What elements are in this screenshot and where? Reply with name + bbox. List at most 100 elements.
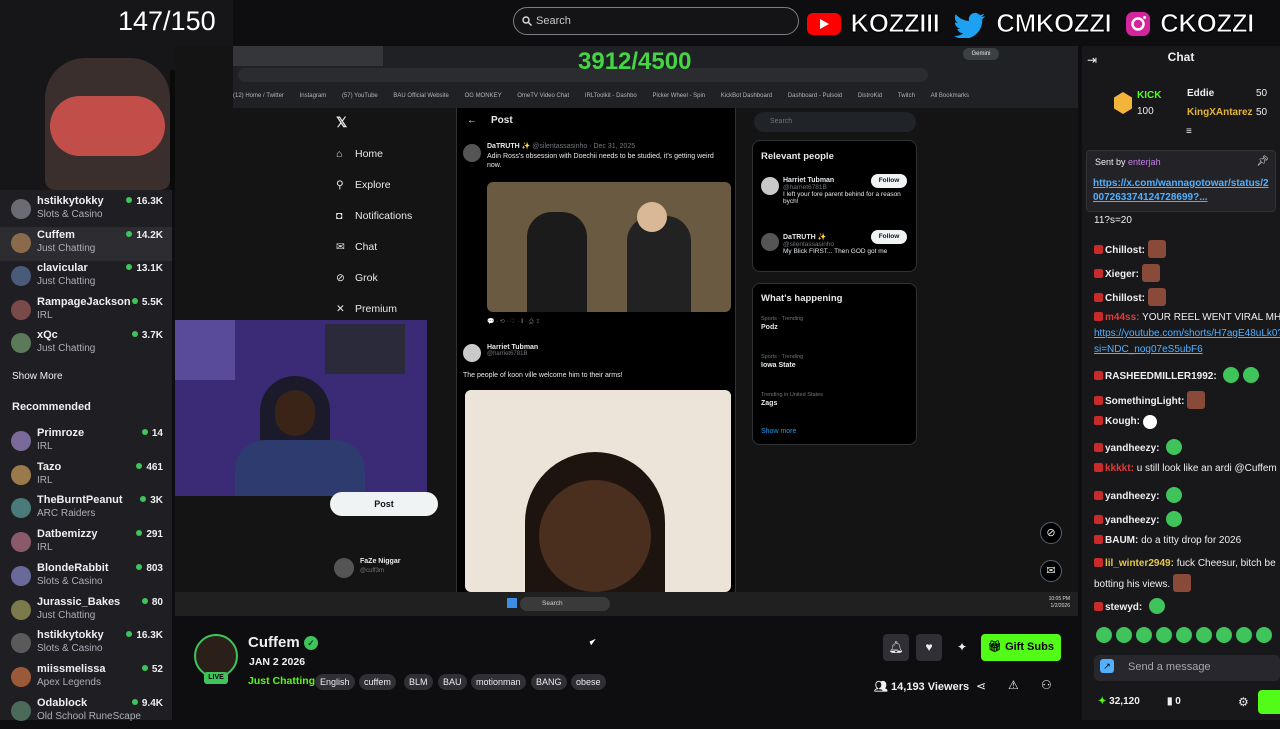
chat-username[interactable]: stewyd: [1105, 602, 1142, 613]
trend-item[interactable]: Sports · Trending Iowa State [761, 354, 803, 369]
account-name[interactable]: FaZe Niggar [360, 558, 400, 565]
chat-send-button[interactable] [1258, 690, 1280, 714]
person-item[interactable]: DaTRUTH ✨ @silentassasinho My Blick FIRST.… [761, 230, 911, 255]
chat-username[interactable]: RASHEEDMILLER1992: [1105, 371, 1217, 382]
chat-username[interactable]: Kough: [1105, 416, 1140, 427]
sidebar-channel[interactable]: RampageJackson IRL 5.5K [0, 294, 172, 328]
bookmark-item[interactable]: (12) Home / Twitter [233, 93, 284, 99]
sidebar-channel[interactable]: Odablock Old School RuneScape 9.4K [0, 695, 172, 729]
bookmark-item[interactable]: OG MONKEY [465, 93, 502, 99]
streamer-name[interactable]: Cuffem [248, 634, 300, 651]
nav-notifications[interactable]: ◘ Notifications [336, 210, 412, 222]
bookmark-item[interactable]: BAU Official Website [393, 93, 448, 99]
chat-message[interactable]: lil_winter2949: fuck Cheesur, bitch be [1094, 558, 1276, 569]
chat-message[interactable]: 11?s=20 [1094, 215, 1132, 226]
x-search-input[interactable]: Search [754, 112, 916, 132]
emote-bar[interactable] [1094, 626, 1280, 644]
emote-picker-icon[interactable]: ↗ [1100, 659, 1114, 673]
tweet-actions[interactable]: 💬 · ⟲ · ♡ · ⫴ · ⎙ ⇪ [487, 318, 540, 326]
chat-username[interactable]: Xieger: [1105, 269, 1139, 280]
pinned-link[interactable]: https://x.com/wannagotowar/status/200726… [1093, 177, 1273, 205]
person-item[interactable]: Harriet Tubman @harriet6781B I left your f… [761, 174, 911, 205]
share-icon[interactable]: ⋖ [976, 679, 986, 693]
pinned-user[interactable]: enterjah [1128, 157, 1161, 167]
windows-start-icon[interactable] [507, 598, 517, 608]
chat-message[interactable]: Xieger: [1094, 264, 1160, 282]
chat-username[interactable]: Chillost: [1105, 245, 1145, 256]
expand-icon[interactable]: ≡ [1186, 126, 1192, 137]
chat-text[interactable]: si=NDC_nog07eS5ubF6 [1094, 344, 1203, 355]
sidebar-channel[interactable]: clavicular Just Chatting 13.1K [0, 260, 172, 294]
top-gifter-name[interactable]: KingXAntarez [1187, 107, 1253, 118]
bookmark-item[interactable]: Instagram [300, 93, 327, 99]
sidebar-channel[interactable]: Cuffem Just Chatting 14.2K [0, 226, 172, 261]
tweet-1[interactable]: DaTRUTH ✨ @silentassasinho · Dec 31, 202… [487, 142, 727, 170]
gift-subs-button[interactable]: 🎁︎ Gift Subs [981, 634, 1061, 661]
messages-icon[interactable]: ✉ [1040, 560, 1062, 582]
chat-message[interactable]: RASHEEDMILLER1992: [1094, 367, 1260, 383]
tweet-2[interactable]: Harriet Tubman @harriet6781B [487, 344, 727, 357]
bits-count[interactable]: ▮ 0 [1167, 696, 1181, 707]
top-search-input[interactable]: Search [513, 7, 799, 35]
tag-chip[interactable]: BAU [438, 674, 467, 690]
back-arrow-icon[interactable]: ← [467, 115, 477, 126]
bookmark-item[interactable]: IRLToolkit - Dashbo [585, 93, 637, 99]
bookmark-item[interactable]: OmeTV Video Chat [517, 93, 569, 99]
x-logo-icon[interactable]: 𝕏 [336, 114, 347, 131]
report-icon[interactable]: ⚠ [1008, 678, 1019, 692]
chat-username[interactable]: SomethingLight: [1105, 396, 1184, 407]
taskbar-search[interactable]: Search [520, 597, 610, 611]
bookmark-item[interactable]: Dashboard - Pulsoid [788, 93, 842, 99]
chat-message[interactable]: yandheezy: [1094, 511, 1183, 527]
x-post-button[interactable]: Post [330, 492, 438, 516]
trend-item[interactable]: Sports · Trending Podz [761, 316, 803, 331]
chat-message[interactable]: botting his views. [1094, 574, 1191, 592]
chat-username[interactable]: yandheezy: [1105, 443, 1159, 454]
avatar[interactable] [463, 144, 481, 162]
chat-text[interactable]: https://youtube.com/shorts/H7agE48uLk0? [1094, 328, 1280, 339]
boost-button[interactable]: ✦ [949, 634, 975, 661]
stream-category[interactable]: Just Chatting [248, 675, 315, 687]
sidebar-channel[interactable]: xQc Just Chatting 3.7K [0, 327, 172, 361]
chat-username[interactable]: yandheezy: [1105, 491, 1159, 502]
nav-home[interactable]: ⌂ Home [336, 148, 383, 160]
follow-button[interactable]: Follow [871, 230, 907, 244]
chat-message[interactable]: SomethingLight: [1094, 391, 1206, 409]
tag-chip[interactable]: cuffem [359, 674, 396, 690]
nav-explore[interactable]: ⚲ Explore [336, 179, 391, 191]
sidebar-channel[interactable]: Jurassic_Bakes Just Chatting 80 [0, 594, 172, 628]
tag-chip[interactable]: English [315, 674, 355, 690]
avatar[interactable] [463, 344, 481, 362]
profile-icon[interactable]: ⚇ [1041, 678, 1052, 692]
bookmark-item[interactable]: KickBot Dashboard [721, 93, 772, 99]
sidebar-channel[interactable]: TheBurntPeanut ARC Raiders 3K [0, 492, 172, 526]
sidebar-channel[interactable]: hstikkytokky Slots & Casino 16.3K [0, 193, 172, 227]
gear-icon[interactable]: ⚙ [1238, 695, 1249, 709]
grok-icon[interactable]: ⊘ [1040, 522, 1062, 544]
sidebar-channel[interactable]: BlondeRabbit Slots & Casino 803 [0, 560, 172, 594]
chat-username[interactable]: lil_winter2949: [1105, 558, 1174, 569]
chat-input[interactable]: ↗ Send a message [1094, 655, 1280, 681]
sidebar-channel[interactable]: Datbemizzy IRL 291 [0, 526, 172, 560]
chat-username[interactable]: Chillost: [1105, 293, 1145, 304]
tag-chip[interactable]: motionman [471, 674, 526, 690]
chat-username[interactable]: m44ss: [1105, 312, 1139, 323]
sidebar-channel[interactable]: miissmelissa Apex Legends 52 [0, 661, 172, 695]
channel-points[interactable]: ✦ 32,120 [1098, 696, 1140, 707]
tweet-media[interactable] [487, 182, 731, 312]
chat-message[interactable]: https://youtube.com/shorts/H7agE48uLk0? [1094, 328, 1280, 339]
chat-message[interactable]: kkkkt: u still look like an ardi @Cuffem [1094, 463, 1277, 474]
sidebar-channel[interactable]: Tazo IRL 461 [0, 459, 172, 493]
nav-premium[interactable]: ✕ Premium [336, 303, 397, 315]
notification-bell-button[interactable]: 🔔︎ [883, 634, 909, 661]
bookmark-item[interactable]: (57) YouTube [342, 93, 378, 99]
follow-heart-button[interactable]: ♥ [916, 634, 942, 661]
bookmark-item[interactable]: Twitch [898, 93, 915, 99]
chat-message[interactable]: si=NDC_nog07eS5ubF6 [1094, 344, 1203, 355]
bookmark-item[interactable]: All Bookmarks [931, 93, 969, 99]
chat-message[interactable]: yandheezy: [1094, 439, 1183, 455]
tag-chip[interactable]: BLM [404, 674, 433, 690]
chat-message[interactable]: m44ss: YOUR REEL WENT VIRAL MH [1094, 312, 1280, 323]
bookmark-item[interactable]: DistroKid [858, 93, 882, 99]
follow-button[interactable]: Follow [871, 174, 907, 188]
